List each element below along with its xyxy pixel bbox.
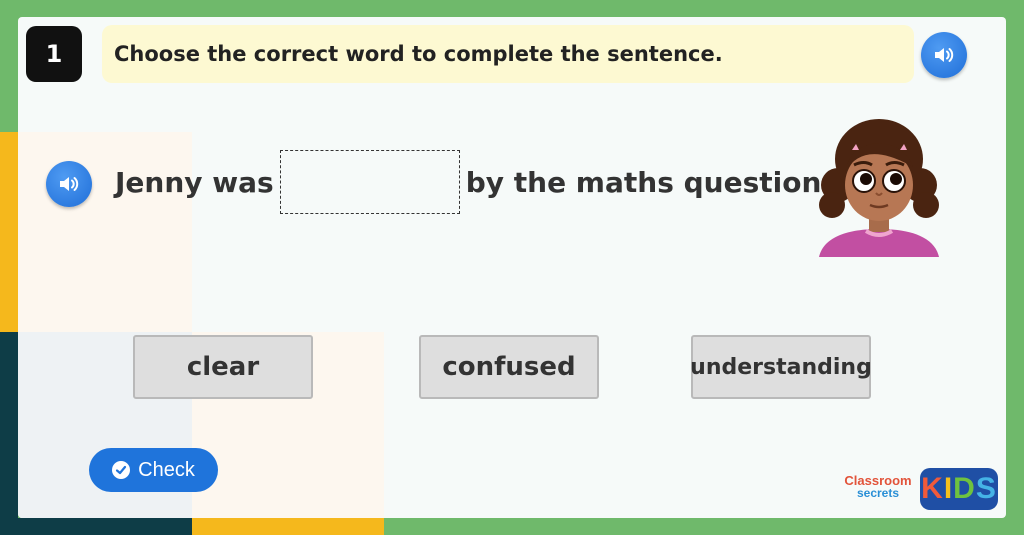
- sentence-end: by the maths question.: [465, 165, 833, 199]
- decor-yellow-bottom: [192, 518, 384, 535]
- option-button-clear[interactable]: clear: [133, 335, 313, 399]
- decor-dark-bottom: [0, 518, 192, 535]
- option-label: understanding: [690, 354, 872, 380]
- check-circle-icon: [112, 461, 131, 479]
- speaker-icon: [935, 48, 954, 62]
- question-number: 1: [26, 26, 82, 82]
- decor-dark-strip: [0, 332, 18, 535]
- option-button-understanding[interactable]: understanding: [690, 335, 872, 399]
- sentence-start: Jenny was: [115, 165, 274, 199]
- instruction-banner: Choose the correct word to complete the …: [102, 25, 914, 83]
- instruction-text: Choose the correct word to complete the …: [114, 42, 723, 66]
- check-button-label: Check: [138, 458, 195, 481]
- sentence: Jenny was by the maths question.: [115, 147, 832, 217]
- option-button-confused[interactable]: confused: [419, 335, 599, 399]
- decor-yellow-strip: [0, 132, 18, 332]
- speaker-icon: [60, 177, 79, 191]
- option-label: clear: [186, 352, 260, 382]
- question-card: 1 Choose the correct word to complete th…: [18, 17, 1006, 518]
- answer-drop-zone[interactable]: [279, 150, 460, 214]
- kids-logo: K I D S: [920, 468, 998, 510]
- instruction-audio-button[interactable]: [921, 32, 967, 78]
- classroom-secrets-logo: Classroom secrets: [844, 473, 912, 500]
- check-button[interactable]: Check: [89, 448, 218, 492]
- sentence-audio-button[interactable]: [46, 161, 92, 207]
- girl-character-illustration: [819, 119, 939, 257]
- option-label: confused: [442, 352, 576, 382]
